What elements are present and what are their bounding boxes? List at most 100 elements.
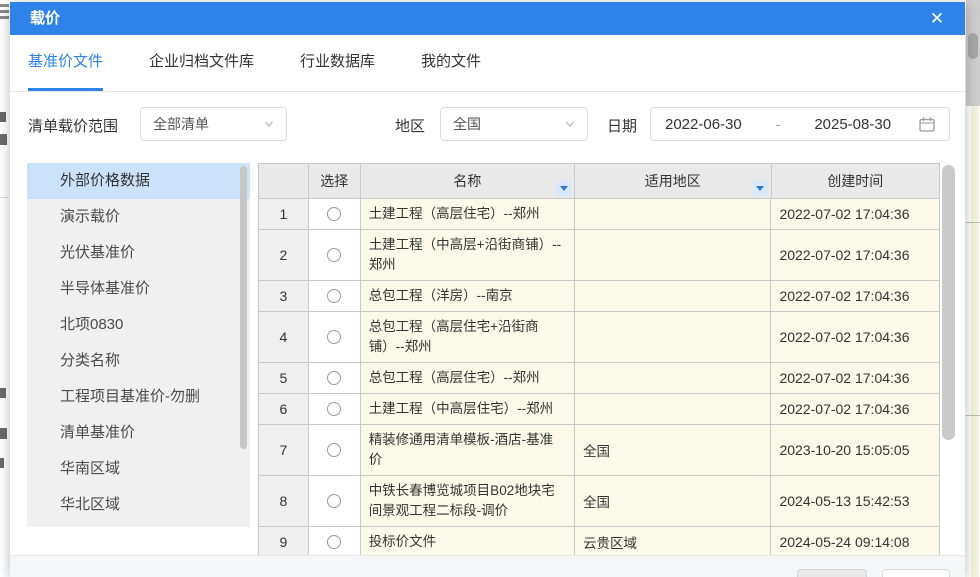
header-name: 名称 [361,164,575,199]
row-select-cell[interactable] [309,363,361,394]
row-created: 2022-07-02 17:04:36 [771,312,939,363]
row-select-cell[interactable] [309,425,361,476]
row-created: 2022-07-02 17:04:36 [771,230,939,281]
filter-icon[interactable] [556,181,571,196]
row-name: 土建工程（中高层+沿街商铺）--郑州 [361,230,575,281]
dialog-title: 载价 [30,2,60,35]
row-select-cell[interactable] [309,476,361,527]
row-index: 2 [259,230,309,281]
region-label: 地区 [395,115,425,136]
row-index: 7 [259,425,309,476]
row-created: 2022-07-02 17:04:36 [771,281,939,312]
row-radio[interactable] [327,494,341,508]
scope-select[interactable]: 全部清单 [140,107,287,141]
row-select-cell[interactable] [309,281,361,312]
background-line [0,197,8,198]
date-start-value[interactable]: 2022-06-30 [665,116,742,133]
row-name: 精装修通用清单模板-酒店-基准价 [361,425,575,476]
header-region-label: 适用地区 [645,171,701,191]
row-name: 总包工程（高层住宅+沿街商铺）--郑州 [361,312,575,363]
row-radio[interactable] [327,402,341,416]
background-fragment [0,4,9,7]
row-radio[interactable] [327,330,341,344]
table-row[interactable]: 7精装修通用清单模板-酒店-基准价全国2023-10-20 15:05:05 [259,425,939,476]
row-radio[interactable] [327,535,341,549]
row-index: 8 [259,476,309,527]
row-created: 2023-10-20 15:05:05 [771,425,939,476]
row-name: 总包工程（高层住宅）--郑州 [361,363,575,394]
sidebar-item[interactable]: 光伏基准价 [27,235,250,271]
table-header: 选择 名称 适用地区 创建时间 [259,164,939,199]
header-region: 适用地区 [575,164,771,199]
row-name: 土建工程（中高层住宅）--郑州 [361,394,575,425]
date-end-value[interactable]: 2025-08-30 [814,116,891,133]
tab-base-price-files[interactable]: 基准价文件 [28,35,103,91]
table-row[interactable]: 4总包工程（高层住宅+沿街商铺）--郑州2022-07-02 17:04:36 [259,312,939,363]
row-select-cell[interactable] [309,527,361,558]
region-select[interactable]: 全国 [440,107,588,141]
sidebar-item[interactable]: 演示载价 [27,199,250,235]
row-select-cell[interactable] [309,230,361,281]
background-fragment [0,10,9,13]
sidebar-item[interactable]: 华南区域 [27,451,250,487]
table-row[interactable]: 9投标价文件云贵区域2024-05-24 09:14:08 [259,527,939,558]
price-files-table: 选择 名称 适用地区 创建时间 1 土建工程（高层住宅）--郑州 2022-07-0… [258,163,940,558]
sidebar-item[interactable]: 华北区域 [27,487,250,523]
table-row[interactable]: 5总包工程（高层住宅）--郑州2022-07-02 17:04:36 [259,363,939,394]
table-row[interactable]: 1土建工程（高层住宅）--郑州2022-07-02 17:04:36 [259,199,939,230]
row-region [575,281,771,312]
background-fragment [0,388,6,398]
row-region: 云贵区域 [575,527,771,558]
dialog-header: 载价 ✕ [10,2,965,35]
sidebar-item[interactable]: 半导体基准价 [27,271,250,307]
row-index: 3 [259,281,309,312]
filter-icon[interactable] [753,181,768,196]
region-value: 全国 [453,114,557,134]
footer-button-primary[interactable] [797,569,867,577]
sidebar-item[interactable]: 外部价格数据 [27,163,250,199]
row-radio[interactable] [327,207,341,221]
row-radio[interactable] [327,248,341,262]
row-name: 土建工程（高层住宅）--郑州 [361,199,575,230]
row-radio[interactable] [327,443,341,457]
background-fragment [0,458,4,468]
sidebar-item[interactable]: 工程项目基准价-勿删 [27,379,250,415]
tab-enterprise-archive[interactable]: 企业归档文件库 [149,35,254,91]
table-row[interactable]: 2 土建工程（中高层+沿街商铺）--郑州 2022-07-02 17:04:36 [259,230,939,281]
sidebar-item[interactable]: 清单基准价 [27,415,250,451]
row-radio[interactable] [327,289,341,303]
row-created: 2024-05-24 09:14:08 [771,527,939,558]
row-created: 2022-07-02 17:04:36 [771,363,939,394]
header-index [259,164,309,199]
background-fragment [0,134,7,145]
footer-button-secondary[interactable] [882,569,950,577]
table-row[interactable]: 8中铁长春博览城项目B02地块宅间景观工程二标段-调价全国2024-05-13 … [259,476,939,527]
header-name-label: 名称 [453,171,481,191]
scope-value: 全部清单 [153,114,256,134]
row-name: 总包工程（洋房）--南京 [361,281,575,312]
row-region: 全国 [575,476,771,527]
table-row[interactable]: 6土建工程（中高层住宅）--郑州2022-07-02 17:04:36 [259,394,939,425]
tab-industry-database[interactable]: 行业数据库 [300,35,375,91]
calendar-icon[interactable] [919,117,935,132]
row-created: 2022-07-02 17:04:36 [771,394,939,425]
row-created: 2024-05-13 15:42:53 [771,476,939,527]
row-index: 1 [259,199,309,230]
background-fragment [0,112,6,122]
row-select-cell[interactable] [309,199,361,230]
close-icon[interactable]: ✕ [925,2,949,35]
background-fragment [0,16,9,19]
sidebar-item[interactable]: 北项0830 [27,307,250,343]
table-scrollbar-thumb[interactable] [942,165,955,440]
header-created: 创建时间 [772,164,940,199]
sidebar-item[interactable]: 分类名称 [27,343,250,379]
background-fragment [0,428,7,439]
date-range-picker[interactable]: 2022-06-30 - 2025-08-30 [650,107,950,141]
tab-my-files[interactable]: 我的文件 [421,35,481,91]
row-region [575,199,771,230]
row-select-cell[interactable] [309,312,361,363]
table-row[interactable]: 3 总包工程（洋房）--南京 2022-07-02 17:04:36 [259,281,939,312]
sidebar-scrollbar-thumb[interactable] [240,166,247,449]
row-radio[interactable] [327,371,341,385]
row-select-cell[interactable] [309,394,361,425]
